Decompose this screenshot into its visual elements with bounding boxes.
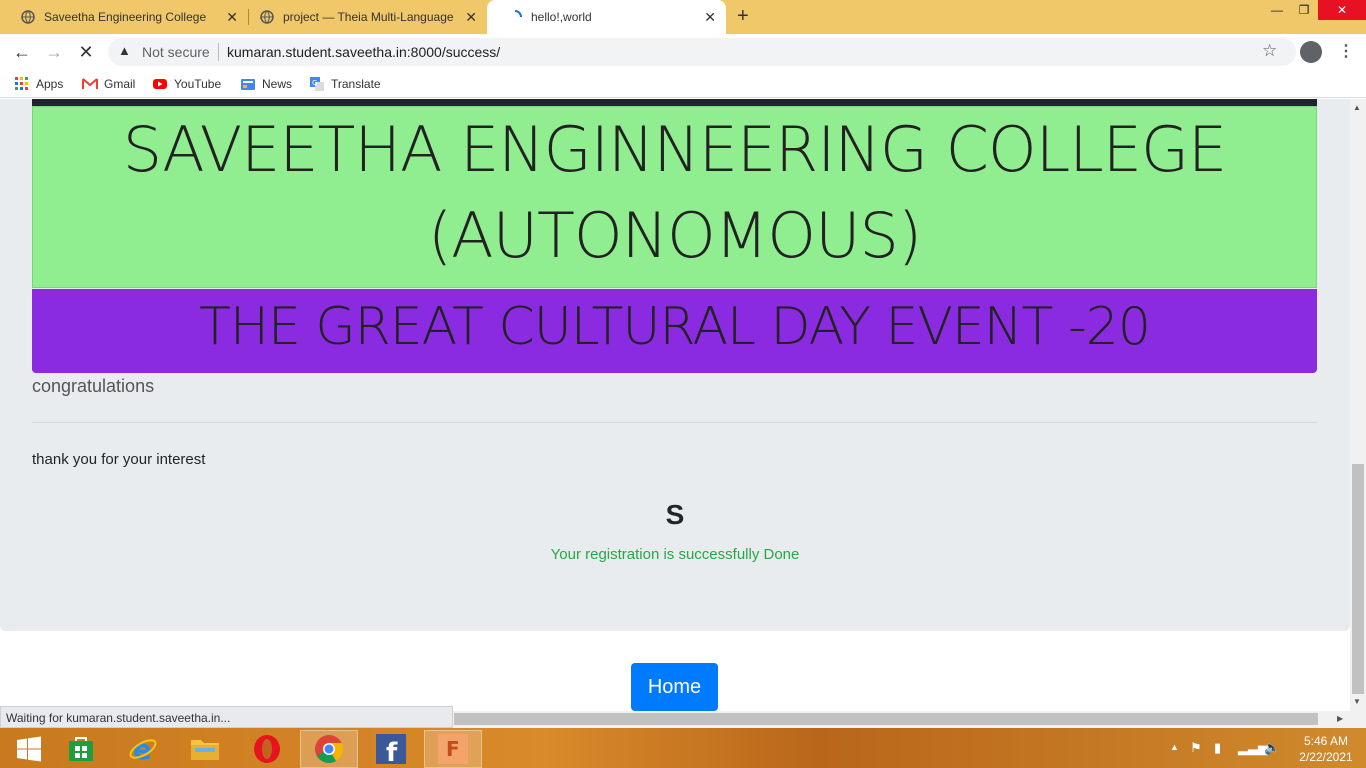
bookmark-label: Gmail bbox=[104, 77, 136, 91]
tab-hello-world[interactable]: hello!,world ✕ bbox=[487, 0, 726, 34]
show-hidden-icons-icon[interactable]: ▲ bbox=[1170, 742, 1179, 752]
scroll-up-icon[interactable]: ▲ bbox=[1353, 103, 1361, 112]
start-icon[interactable] bbox=[0, 730, 58, 768]
bookmark-label: YouTube bbox=[174, 77, 222, 91]
congratulations-text: congratulations bbox=[32, 376, 155, 396]
globe-icon bbox=[20, 9, 36, 25]
divider bbox=[32, 422, 1317, 423]
chrome-icon[interactable] bbox=[300, 730, 358, 768]
college-banner: SAVEETHA ENGINNEERING COLLEGE (AUTONOMOU… bbox=[32, 106, 1317, 288]
file-explorer-icon[interactable] bbox=[176, 730, 234, 768]
vertical-scroll-thumb[interactable] bbox=[1352, 464, 1364, 694]
bookmark-translate[interactable]: G Translate bbox=[309, 76, 381, 92]
bookmark-apps[interactable]: Apps bbox=[14, 76, 63, 92]
apps-grid-icon bbox=[15, 77, 28, 90]
new-tab-icon[interactable]: + bbox=[737, 5, 749, 28]
college-title: SAVEETHA ENGINNEERING COLLEGE bbox=[122, 113, 1227, 186]
bookmark-label: News bbox=[262, 77, 293, 91]
action-center-flag-icon[interactable]: ⚑ bbox=[1190, 740, 1202, 756]
clock-date: 2/22/2021 bbox=[1299, 750, 1353, 764]
url-text: kumaran.student.saveetha.in:8000/success… bbox=[227, 44, 501, 60]
svg-text:F: F bbox=[446, 737, 460, 761]
bookmark-news[interactable]: News bbox=[240, 76, 292, 92]
tab-title: project — Theia Multi-Language bbox=[283, 10, 454, 24]
translate-icon: G bbox=[310, 77, 324, 91]
scroll-right-icon[interactable]: ▶ bbox=[1337, 714, 1343, 723]
profile-avatar-icon[interactable] bbox=[1300, 41, 1322, 63]
globe-icon bbox=[259, 9, 275, 25]
scroll-down-icon[interactable]: ▼ bbox=[1353, 697, 1361, 706]
stop-loading-icon[interactable]: ✕ bbox=[74, 40, 98, 64]
store-icon[interactable] bbox=[52, 730, 110, 768]
bookmark-youtube[interactable]: YouTube bbox=[152, 76, 221, 92]
horizontal-scroll-thumb[interactable] bbox=[454, 713, 1318, 725]
opera-icon[interactable] bbox=[238, 730, 296, 768]
volume-icon[interactable]: 🔈 bbox=[1264, 740, 1280, 756]
clock-time: 5:46 AM bbox=[1303, 734, 1349, 748]
bookmark-label: Apps bbox=[36, 77, 64, 91]
battery-icon[interactable]: ▮ bbox=[1214, 740, 1221, 756]
warning-icon: ▲ bbox=[118, 43, 131, 58]
tab-title: hello!,world bbox=[531, 10, 592, 24]
event-title: THE GREAT CULTURAL DAY EVENT -20 bbox=[199, 297, 1151, 357]
status-bubble: Waiting for kumaran.student.saveetha.in.… bbox=[0, 706, 453, 728]
security-label: Not secure bbox=[142, 44, 210, 60]
fusion360-icon[interactable]: F bbox=[424, 730, 482, 768]
facebook-icon[interactable]: f bbox=[362, 730, 420, 768]
tab-saveetha[interactable]: Saveetha Engineering College ✕ bbox=[0, 0, 248, 34]
loading-spinner-icon bbox=[507, 9, 523, 25]
tab-title: Saveetha Engineering College bbox=[44, 10, 207, 24]
system-clock[interactable]: 5:46 AM 2/22/2021 bbox=[1290, 733, 1362, 765]
bookmark-label: Translate bbox=[331, 77, 381, 91]
ie-icon[interactable]: e bbox=[114, 730, 172, 768]
star-bookmark-icon[interactable]: ☆ bbox=[1262, 41, 1277, 61]
close-window-icon[interactable]: ✕ bbox=[1318, 0, 1366, 20]
event-banner: THE GREAT CULTURAL DAY EVENT -20 bbox=[32, 289, 1317, 373]
gmail-icon bbox=[82, 78, 98, 89]
restore-icon[interactable]: ❐ bbox=[1287, 0, 1321, 20]
close-tab-icon[interactable]: ✕ bbox=[465, 9, 477, 25]
svg-text:G: G bbox=[312, 79, 317, 87]
bookmark-gmail[interactable]: Gmail bbox=[82, 76, 135, 92]
page-viewport: SAVEETHA ENGINNEERING COLLEGE (AUTONOMOU… bbox=[0, 99, 1350, 711]
name-initial: S bbox=[665, 499, 685, 530]
menu-kebab-icon[interactable]: ⋮ bbox=[1338, 41, 1354, 61]
tab-theia[interactable]: project — Theia Multi-Language ✕ bbox=[239, 0, 487, 34]
youtube-icon bbox=[153, 79, 167, 89]
back-icon[interactable]: ← bbox=[10, 40, 34, 64]
close-tab-icon[interactable]: ✕ bbox=[704, 9, 716, 25]
svg-text:e: e bbox=[133, 734, 152, 764]
forward-icon[interactable]: → bbox=[42, 40, 66, 64]
address-bar[interactable]: ▲ Not secure kumaran.student.saveetha.in… bbox=[108, 38, 1296, 66]
home-button[interactable]: Home bbox=[631, 663, 718, 711]
college-subtitle: (AUTONOMOUS) bbox=[427, 199, 922, 272]
success-message: Your registration is successfully Done bbox=[550, 546, 800, 563]
dark-navbar-edge bbox=[32, 99, 1317, 106]
news-icon bbox=[241, 79, 255, 90]
thanks-text: thank you for your interest bbox=[32, 451, 206, 468]
divider bbox=[218, 43, 219, 61]
svg-text:f: f bbox=[386, 738, 398, 764]
close-tab-icon[interactable]: ✕ bbox=[226, 9, 238, 25]
